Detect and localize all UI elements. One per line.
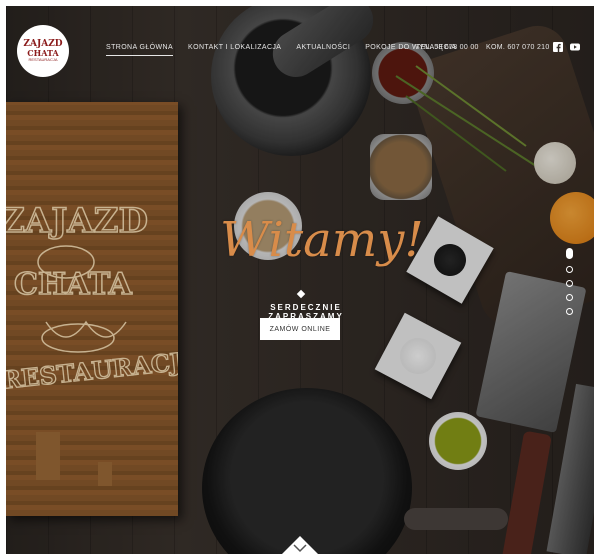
hero-overlay: [6, 6, 594, 554]
phone-number[interactable]: TEL. 58 678 00 00: [416, 44, 479, 51]
youtube-icon[interactable]: [570, 42, 580, 52]
nav-news[interactable]: AKTUALNOŚCI: [296, 44, 350, 56]
facebook-icon[interactable]: [553, 42, 563, 52]
logo-line-2: CHATA: [27, 48, 59, 58]
nav-contact[interactable]: KONTAKT I LOKALIZACJA: [188, 44, 281, 56]
slider-pagination: [566, 248, 573, 322]
chevron-down-icon[interactable]: [278, 528, 322, 554]
slider-dot[interactable]: [566, 308, 573, 315]
slider-dot[interactable]: [566, 294, 573, 301]
logo-line-3: RESTAURACJA: [28, 57, 58, 62]
order-online-button[interactable]: ZAMÓW ONLINE: [260, 318, 340, 340]
slider-dot[interactable]: [566, 248, 573, 259]
nav-home[interactable]: STRONA GŁÓWNA: [106, 44, 174, 56]
mobile-number[interactable]: KOM. 607 070 210: [486, 44, 550, 51]
slider-dot[interactable]: [566, 280, 573, 287]
logo[interactable]: ZAJAZD CHATA RESTAURACJA: [17, 25, 69, 77]
hero-section: ZAJAZD CHATA RESTAURACJA ZAJAZD CHATA RE…: [6, 6, 594, 554]
hero-title: Witamy!: [220, 212, 424, 268]
slider-dot[interactable]: [566, 266, 573, 273]
